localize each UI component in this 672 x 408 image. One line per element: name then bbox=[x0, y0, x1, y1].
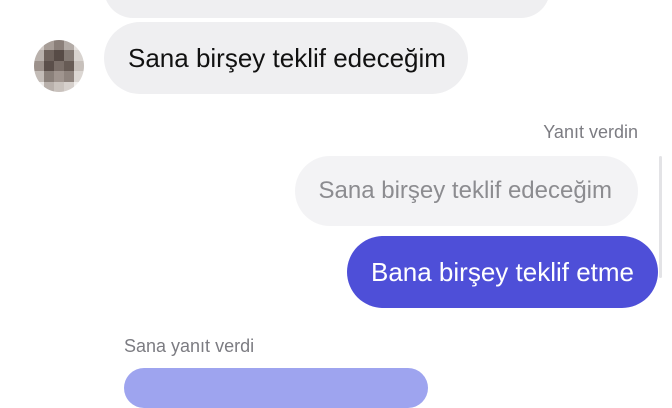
reply-status-label-2: Sana yanıt verdi bbox=[124, 336, 255, 356]
scrollbar[interactable] bbox=[659, 156, 662, 278]
previous-message-bubble[interactable] bbox=[104, 0, 550, 18]
received-message-bubble[interactable]: Sana birşey teklif edeceğim bbox=[104, 22, 468, 94]
next-message-bubble[interactable] bbox=[124, 368, 428, 408]
quoted-reply-bubble[interactable]: Sana birşey teklif edeceğim bbox=[294, 156, 638, 226]
quoted-reply-text: Sana birşey teklif edeceğim bbox=[318, 177, 612, 204]
received-message-text: Sana birşey teklif edeceğim bbox=[128, 42, 446, 73]
reply-status-label: Yanıt verdin bbox=[543, 122, 638, 142]
sent-message-bubble[interactable]: Bana birşey teklif etme bbox=[346, 236, 658, 308]
sent-message-text: Bana birşey teklif etme bbox=[370, 256, 634, 287]
contact-avatar[interactable] bbox=[34, 40, 84, 92]
